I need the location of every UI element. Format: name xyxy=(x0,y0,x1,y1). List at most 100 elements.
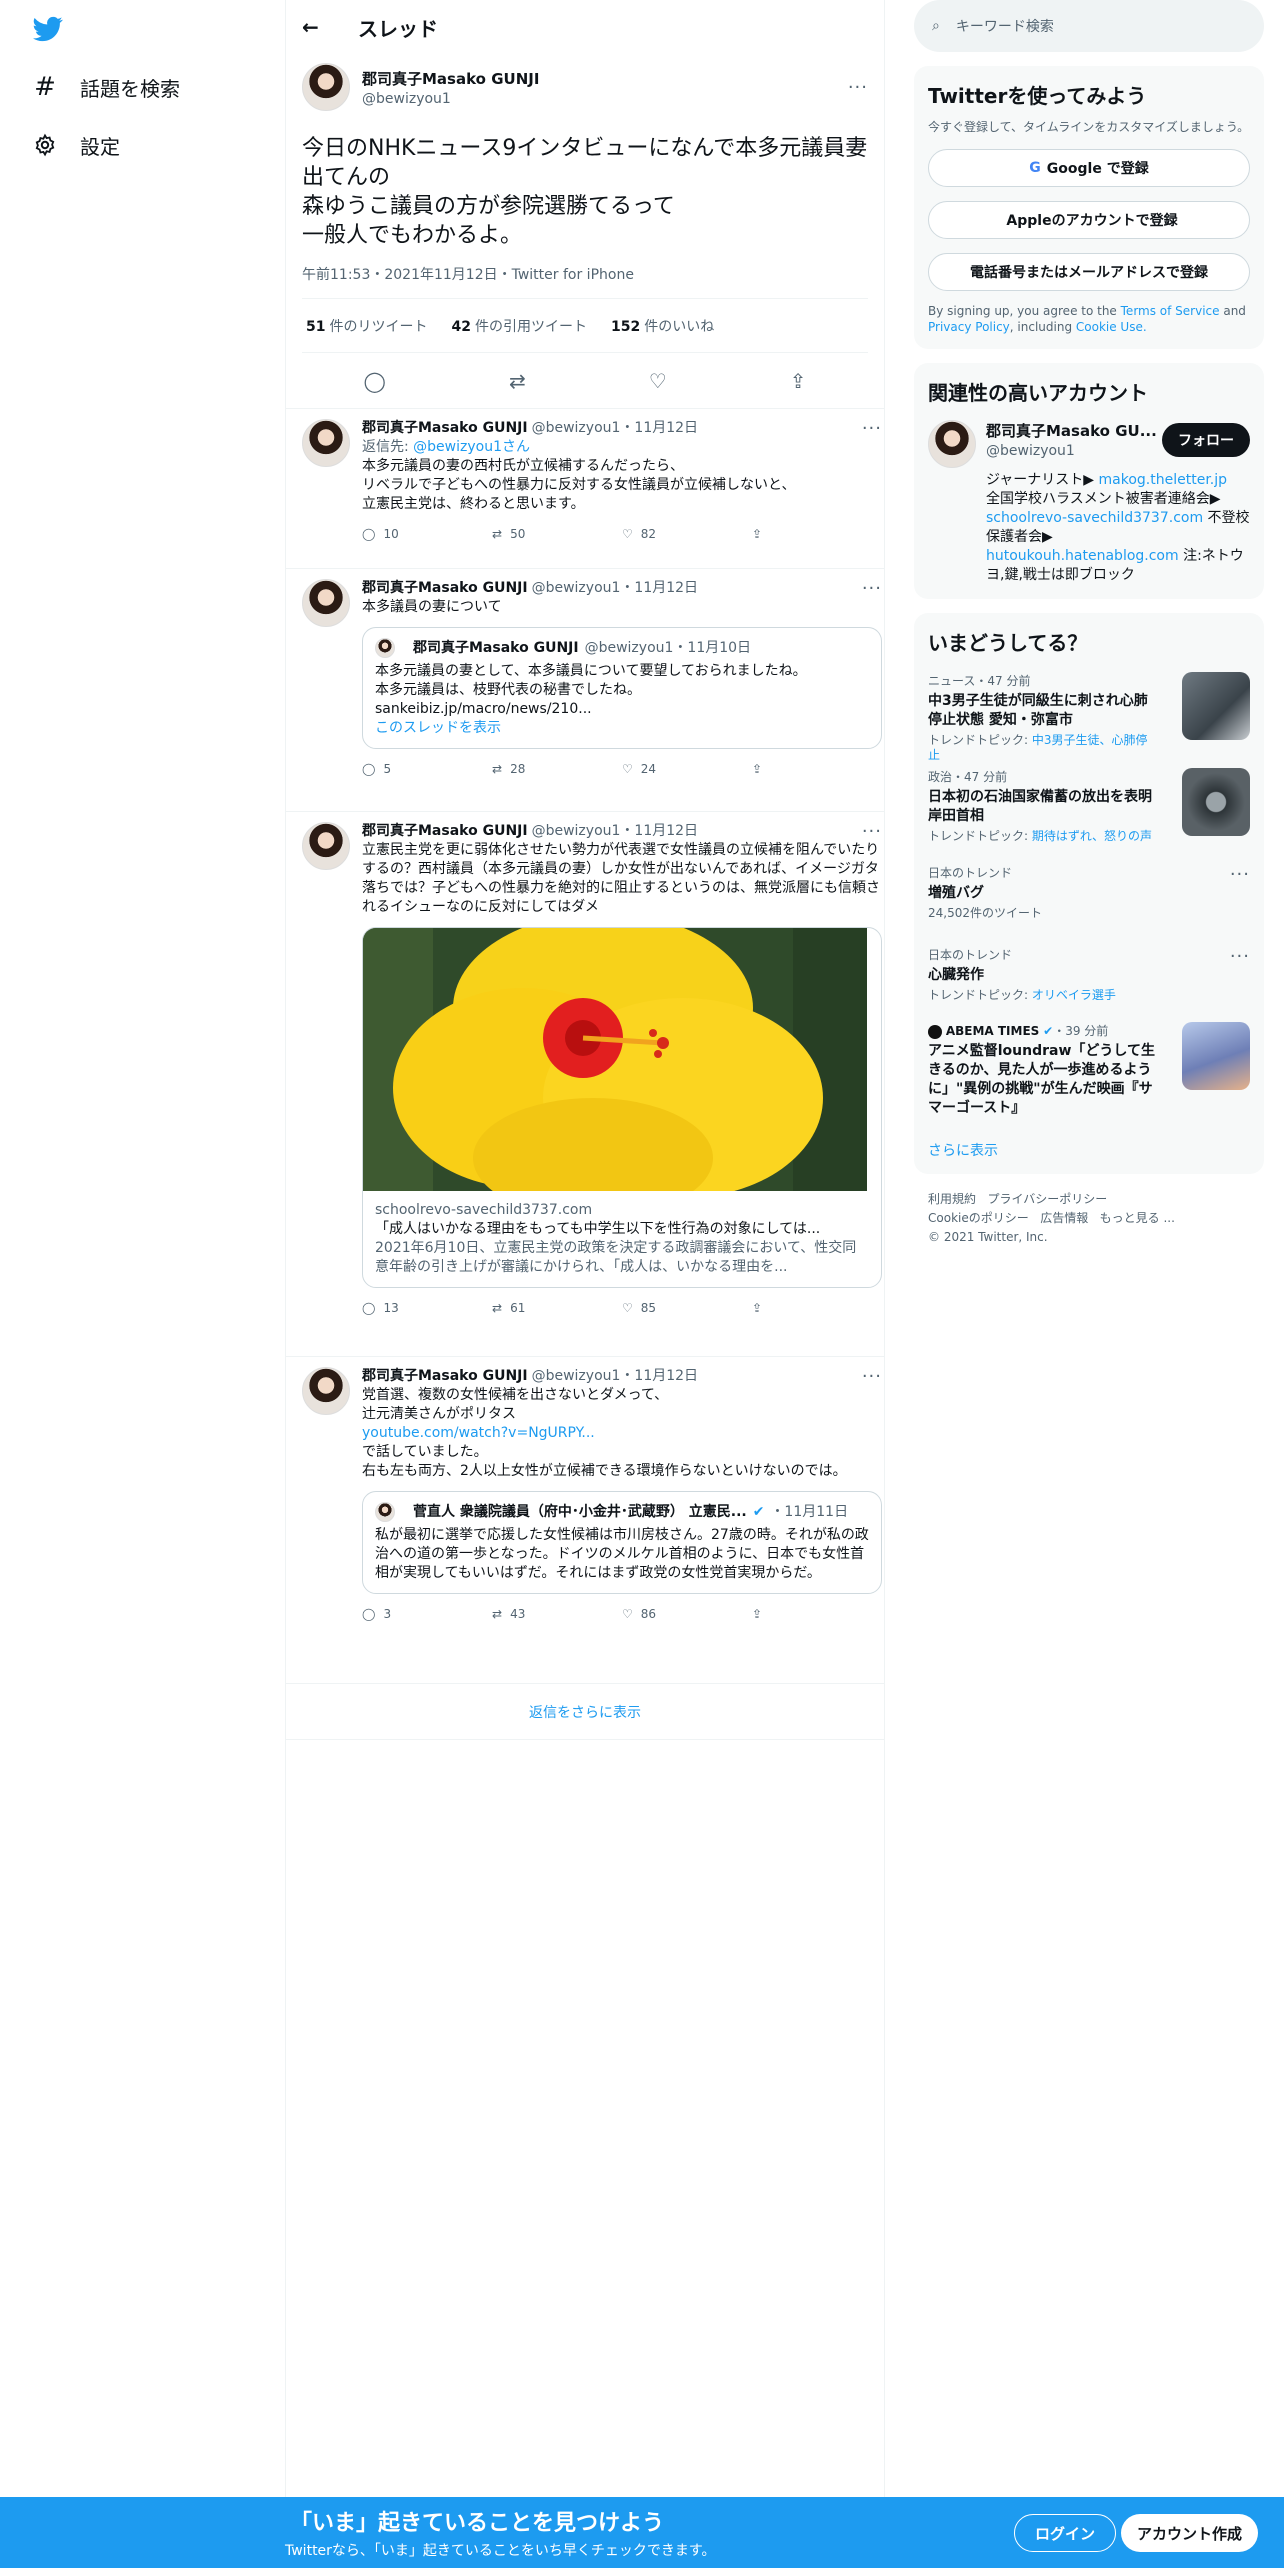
main-column: ← スレッド 郡司真子Masako GUNJI @bewizyou1 ··· 今… xyxy=(285,0,885,2568)
avatar[interactable] xyxy=(928,420,976,468)
left-nav: # 話題を検索 設定 xyxy=(0,0,285,2568)
tweet-actions: ◯ 13 ⇄ 61 ♡ 85 ⇪ xyxy=(362,1288,882,1328)
avatar[interactable] xyxy=(302,419,350,467)
quote-count[interactable]: 42 件の引用ツイート xyxy=(451,316,586,336)
youtube-link[interactable]: youtube.com/watch?v=NgURPY... xyxy=(362,1425,595,1441)
hibiscus-photo xyxy=(363,928,867,1191)
reply-button[interactable]: ◯ 13 xyxy=(362,1299,492,1318)
reply-button[interactable]: ◯ 3 xyxy=(362,1605,492,1624)
page-title: スレッド xyxy=(358,16,438,41)
tweet-actions: ◯ 5 ⇄ 28 ♡ 24 ⇪ xyxy=(362,749,882,789)
back-arrow-icon[interactable]: ← xyxy=(302,15,328,39)
banner-subtitle: Twitterなら、「いま」起きていることをいち早くチェックできます。 xyxy=(285,2543,716,2559)
author-handle[interactable]: @bewizyou1 xyxy=(362,91,539,107)
twitter-logo-icon[interactable] xyxy=(30,14,66,44)
signup-box: Twitterを使ってみよう 今すぐ登録して、タイムラインをカスタマイズしましょ… xyxy=(914,66,1264,349)
news-thumbnail xyxy=(1182,1022,1250,1090)
retweet-icon[interactable]: ⇄ xyxy=(509,369,526,393)
retweet-button[interactable]: ⇄ 43 xyxy=(492,1605,622,1624)
tweet-stats: 51 件のリツイート 42 件の引用ツイート 152 件のいいね xyxy=(302,299,868,353)
nav-explore-label: 話題を検索 xyxy=(80,76,180,101)
trend-item[interactable]: ABEMA TIMES ✔・39 分前 アニメ監督loundraw「どうして生き… xyxy=(928,1022,1250,1132)
reply-tweet[interactable]: 郡司真子Masako GUNJI @bewizyou1・11月12日 ··· 立憲民… xyxy=(286,812,884,1357)
more-options-icon[interactable]: ··· xyxy=(862,419,882,438)
share-button[interactable]: ⇪ xyxy=(752,1605,882,1624)
account-bio: ジャーナリスト▶ makog.theletter.jp 全国学校ハラスメント被害… xyxy=(986,472,1250,583)
link-card[interactable]: schoolrevo-savechild3737.com 「成人はいかなる理由を… xyxy=(362,927,882,1288)
reply-icon[interactable]: ◯ xyxy=(364,369,386,393)
show-more-replies[interactable]: 返信をさらに表示 xyxy=(286,1684,884,1740)
share-icon[interactable]: ⇪ xyxy=(790,369,807,393)
avatar xyxy=(375,1502,395,1522)
retweet-button[interactable]: ⇄ 61 xyxy=(492,1299,622,1318)
quoted-tweet[interactable]: 菅直人 衆議院議員（府中･小金井･武蔵野） 立憲民... ✔ ・11月11日 私が最… xyxy=(362,1491,882,1594)
reply-button[interactable]: ◯ 5 xyxy=(362,760,492,779)
sidebar-footer: 利用規約 プライバシーポリシー Cookieのポリシー 広告情報 もっと見る .… xyxy=(928,1192,1175,1244)
reply-tweet[interactable]: 郡司真子Masako GUNJI @bewizyou1・11月12日 ··· 党首選… xyxy=(286,1357,884,1684)
retweet-button[interactable]: ⇄ 50 xyxy=(492,525,622,544)
gear-icon xyxy=(30,130,60,160)
news-thumbnail xyxy=(1182,768,1250,836)
thread-header: ← スレッド xyxy=(286,0,884,54)
like-button[interactable]: ♡ 82 xyxy=(622,525,752,544)
verified-badge-icon: ✔ xyxy=(1043,1024,1054,1038)
like-button[interactable]: ♡ 24 xyxy=(622,760,752,779)
share-button[interactable]: ⇪ xyxy=(752,525,882,544)
trend-item[interactable]: 政治・47 分前 日本初の石油国家備蓄の放出を表明 岸田首相 トレンドトピック:… xyxy=(928,768,1250,848)
like-button[interactable]: ♡ 85 xyxy=(622,1299,752,1318)
more-options-icon[interactable]: ··· xyxy=(862,822,882,841)
show-more-trends[interactable]: さらに表示 xyxy=(928,1140,1250,1160)
more-options-icon[interactable]: ··· xyxy=(1230,864,1250,885)
retweet-button[interactable]: ⇄ 28 xyxy=(492,760,622,779)
reply-tweet[interactable]: 郡司真子Masako GUNJI @bewizyou1・11月12日 ··· 返信先… xyxy=(286,409,884,569)
reply-button[interactable]: ◯ 10 xyxy=(362,525,492,544)
create-account-button[interactable]: アカウント作成 xyxy=(1121,2514,1258,2552)
tweet-actions: ◯ ⇄ ♡ ⇪ xyxy=(302,353,868,408)
trend-item[interactable]: 日本のトレンド 心臓発作 トレンドトピック: オリベイラ選手 ··· xyxy=(928,946,1250,1006)
trend-item[interactable]: ニュース・47 分前 中3男子生徒が同級生に刺され心肺停止状態 愛知・弥富市 ト… xyxy=(928,672,1250,762)
like-button[interactable]: ♡ 86 xyxy=(622,1605,752,1624)
share-button[interactable]: ⇪ xyxy=(752,1299,882,1318)
avatar[interactable] xyxy=(302,822,350,870)
phone-signup-button[interactable]: 電話番号またはメールアドレスで登録 xyxy=(928,253,1250,291)
retweet-count[interactable]: 51 件のリツイート xyxy=(306,316,427,336)
avatar xyxy=(375,638,395,658)
trend-item[interactable]: 日本のトレンド 増殖バグ 24,502件のツイート ··· xyxy=(928,864,1250,930)
avatar[interactable] xyxy=(302,1367,350,1415)
google-signup-button[interactable]: G Google で登録 xyxy=(928,149,1250,187)
more-options-icon[interactable]: ··· xyxy=(848,77,868,98)
tweet-timestamp[interactable]: 午前11:53・2021年11月12日・Twitter for iPhone xyxy=(302,264,868,299)
avatar[interactable] xyxy=(302,63,350,111)
avatar[interactable] xyxy=(302,579,350,627)
tweet-actions: ◯ 10 ⇄ 50 ♡ 82 ⇪ xyxy=(362,514,882,554)
nav-settings[interactable]: 設定 xyxy=(30,125,120,165)
login-button[interactable]: ログイン xyxy=(1014,2514,1116,2552)
reply-to-link[interactable]: @bewizyou1 xyxy=(413,439,502,455)
more-options-icon[interactable]: ··· xyxy=(862,1367,882,1386)
focal-tweet: 郡司真子Masako GUNJI @bewizyou1 ··· 今日のNHKニュ… xyxy=(286,54,884,409)
nav-explore[interactable]: # 話題を検索 xyxy=(30,67,180,107)
abema-logo-icon xyxy=(928,1024,942,1039)
reply-tweet[interactable]: 郡司真子Masako GUNJI @bewizyou1・11月12日 ··· 本多議… xyxy=(286,569,884,812)
hashtag-icon: # xyxy=(34,72,56,102)
more-options-icon[interactable]: ··· xyxy=(1230,946,1250,967)
follow-button[interactable]: フォロー xyxy=(1162,422,1250,457)
more-options-icon[interactable]: ··· xyxy=(862,579,882,598)
like-count[interactable]: 152 件のいいね xyxy=(611,316,714,336)
author-name[interactable]: 郡司真子Masako GUNJI xyxy=(362,68,539,89)
quoted-tweet[interactable]: 郡司真子Masako GUNJI @bewizyou1・11月10日 本多元議員の… xyxy=(362,627,882,749)
signup-banner: 「いま」起きていることを見つけよう Twitterなら、「いま」起きていることを… xyxy=(0,2497,1284,2568)
share-button[interactable]: ⇪ xyxy=(752,760,882,779)
account-name[interactable]: 郡司真子Masako GU... xyxy=(986,420,1157,441)
signup-terms: By signing up, you agree to the Terms of… xyxy=(928,304,1246,334)
related-accounts: 関連性の高いアカウント 郡司真子Masako GU... @bewizyou1 … xyxy=(914,363,1264,599)
tweet-actions: ◯ 3 ⇄ 43 ♡ 86 ⇪ xyxy=(362,1594,882,1634)
like-icon[interactable]: ♡ xyxy=(649,369,667,393)
nav-settings-label: 設定 xyxy=(80,134,120,159)
trends-box: いまどうしてる？ ニュース・47 分前 中3男子生徒が同級生に刺され心肺停止状態… xyxy=(914,613,1264,1174)
show-thread-link[interactable]: このスレッドを表示 xyxy=(375,720,501,736)
account-handle[interactable]: @bewizyou1 xyxy=(986,443,1157,459)
news-thumbnail xyxy=(1182,672,1250,740)
apple-signup-button[interactable]: Appleのアカウントで登録 xyxy=(928,201,1250,239)
search-input[interactable]: ⌕ キーワード検索 xyxy=(914,0,1264,52)
